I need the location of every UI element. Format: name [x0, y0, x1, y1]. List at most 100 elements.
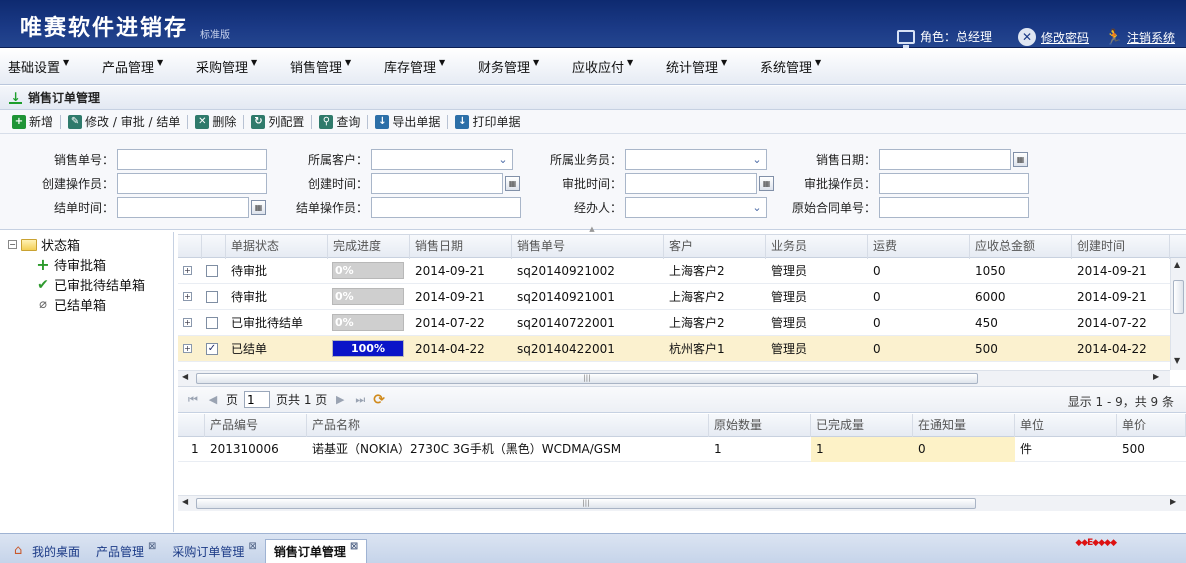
- last-page-icon[interactable]: ⏭: [353, 393, 367, 407]
- close-icon[interactable]: ⊠: [248, 541, 256, 552]
- calendar-icon[interactable]: ▦: [759, 176, 774, 191]
- sale-date-input[interactable]: [879, 149, 1011, 170]
- scroll-thumb[interactable]: [1173, 280, 1184, 314]
- scroll-right-icon[interactable]: ▶: [1170, 497, 1176, 506]
- expand-icon[interactable]: +: [183, 344, 192, 353]
- col-order-no[interactable]: 销售单号: [512, 235, 664, 259]
- col-done-qty[interactable]: 已完成量: [811, 414, 913, 437]
- print-button[interactable]: ↓ 打印单据: [451, 113, 524, 130]
- tree-root[interactable]: − 状态箱: [8, 235, 80, 254]
- scroll-right-icon[interactable]: ▶: [1153, 372, 1159, 381]
- order-no-input[interactable]: [117, 149, 267, 170]
- customer-select[interactable]: [371, 149, 513, 170]
- modify-approve-close-button[interactable]: ✎ 修改 / 审批 / 结单: [64, 113, 184, 130]
- col-sale-date[interactable]: 销售日期: [410, 235, 512, 259]
- chevron-down-icon[interactable]: ⌄: [749, 150, 765, 169]
- col-customer[interactable]: 客户: [664, 235, 766, 259]
- menu-sales[interactable]: 销售管理 ▼: [290, 57, 384, 76]
- scroll-left-icon[interactable]: ◀: [182, 497, 188, 506]
- menu-products[interactable]: 产品管理 ▼: [102, 57, 196, 76]
- menu-inventory[interactable]: 库存管理 ▼: [384, 57, 478, 76]
- menu-system[interactable]: 系统管理 ▼: [760, 57, 854, 76]
- chevron-down-icon[interactable]: ⌄: [749, 198, 765, 217]
- table-row[interactable]: + ✓ 已结单 100% 2014-04-22 sq20140422001 杭州…: [178, 336, 1170, 362]
- tab-product-management[interactable]: 产品管理 ⊠: [88, 539, 164, 563]
- delete-button[interactable]: ✕ 删除: [191, 113, 240, 130]
- row-checkbox[interactable]: ✓: [206, 343, 218, 355]
- table-row[interactable]: + 已审批待结单 0% 2014-07-22 sq20140722001 上海客…: [178, 310, 1170, 336]
- close-time-input[interactable]: [117, 197, 249, 218]
- col-notice-qty[interactable]: 在通知量: [913, 414, 1015, 437]
- done-qty-cell[interactable]: 1: [811, 437, 913, 462]
- scroll-left-icon[interactable]: ◀: [182, 372, 188, 381]
- tree-item-closed[interactable]: ⌀ 已结单箱: [36, 295, 106, 314]
- change-password-link[interactable]: ✕ 修改密码: [1018, 28, 1089, 46]
- tree-item-approved[interactable]: ✔ 已审批待结单箱: [36, 275, 145, 295]
- prev-page-icon[interactable]: ◀: [206, 393, 220, 406]
- approve-time-input[interactable]: [625, 173, 757, 194]
- creator-input[interactable]: [117, 173, 267, 194]
- grid-vertical-scrollbar[interactable]: ▲ ▼: [1170, 258, 1186, 370]
- tab-purchase-orders[interactable]: 采购订单管理 ⊠: [164, 539, 264, 563]
- menu-purchase[interactable]: 采购管理 ▼: [196, 57, 290, 76]
- closer-input[interactable]: [371, 197, 521, 218]
- calendar-icon[interactable]: ▦: [251, 200, 266, 215]
- col-amount[interactable]: 应收总金额: [970, 235, 1072, 259]
- scroll-up-icon[interactable]: ▲: [1174, 260, 1180, 269]
- scroll-thumb[interactable]: |||: [196, 373, 978, 384]
- expand-icon[interactable]: +: [183, 292, 192, 301]
- refresh-icon[interactable]: ⟳: [373, 392, 385, 408]
- scroll-thumb[interactable]: |||: [196, 498, 976, 509]
- close-icon[interactable]: ⊠: [148, 541, 156, 552]
- menu-finance[interactable]: 财务管理 ▼: [478, 57, 572, 76]
- grid-horizontal-scrollbar[interactable]: ◀ ||| ▶: [178, 370, 1170, 386]
- col-created[interactable]: 创建时间: [1072, 235, 1170, 259]
- detail-horizontal-scrollbar[interactable]: ◀ ||| ▶: [178, 495, 1186, 511]
- expand-icon[interactable]: +: [183, 266, 192, 275]
- close-icon[interactable]: ⊠: [350, 541, 358, 552]
- menu-receivables[interactable]: 应收应付 ▼: [572, 57, 666, 76]
- handler-select[interactable]: [625, 197, 767, 218]
- table-row[interactable]: + 待审批 0% 2014-09-21 sq20140921002 上海客户2 …: [178, 258, 1170, 284]
- export-button[interactable]: ↓ 导出单据: [371, 113, 444, 130]
- row-checkbox[interactable]: [206, 265, 218, 277]
- chevron-down-icon[interactable]: ⌄: [495, 150, 511, 169]
- expand-icon[interactable]: +: [183, 318, 192, 327]
- notice-qty-cell[interactable]: 0: [913, 437, 1015, 462]
- calendar-icon[interactable]: ▦: [1013, 152, 1028, 167]
- collapse-handle[interactable]: ▲: [578, 226, 606, 233]
- row-checkbox[interactable]: [206, 317, 218, 329]
- next-page-icon[interactable]: ▶: [333, 393, 347, 406]
- collapse-icon[interactable]: −: [8, 240, 17, 249]
- query-button[interactable]: ⚲ 查询: [315, 113, 364, 130]
- create-time-input[interactable]: [371, 173, 503, 194]
- logout-label[interactable]: 注销系统: [1127, 29, 1175, 46]
- col-product-name[interactable]: 产品名称: [307, 414, 709, 437]
- scroll-down-icon[interactable]: ▼: [1174, 356, 1180, 365]
- col-unit[interactable]: 单位: [1015, 414, 1117, 437]
- first-page-icon[interactable]: ⏮: [186, 393, 200, 407]
- calendar-icon[interactable]: ▦: [505, 176, 520, 191]
- logout-link[interactable]: 🏃 注销系统: [1105, 28, 1175, 46]
- column-config-button[interactable]: ↻ 列配置: [247, 113, 308, 130]
- salesman-select[interactable]: [625, 149, 767, 170]
- tree-item-pending[interactable]: + 待审批箱: [36, 255, 106, 274]
- menu-basic-settings[interactable]: 基础设置 ▼: [8, 57, 102, 76]
- contract-no-input[interactable]: [879, 197, 1029, 218]
- col-status[interactable]: 单据状态: [226, 235, 328, 259]
- approver-input[interactable]: [879, 173, 1029, 194]
- detail-row[interactable]: 1 201310006 诺基亚（NOKIA）2730C 3G手机（黑色）WCDM…: [178, 437, 1186, 462]
- page-input[interactable]: [244, 391, 271, 408]
- col-freight[interactable]: 运费: [868, 235, 970, 259]
- add-button[interactable]: + 新增: [8, 113, 57, 130]
- col-salesman[interactable]: 业务员: [766, 235, 868, 259]
- row-checkbox[interactable]: [206, 291, 218, 303]
- table-row[interactable]: + 待审批 0% 2014-09-21 sq20140921001 上海客户2 …: [178, 284, 1170, 310]
- col-original-qty[interactable]: 原始数量: [709, 414, 811, 437]
- change-password-label[interactable]: 修改密码: [1041, 29, 1089, 46]
- menu-statistics[interactable]: 统计管理 ▼: [666, 57, 760, 76]
- tab-sales-orders[interactable]: 销售订单管理 ⊠: [264, 539, 368, 563]
- col-product-code[interactable]: 产品编号: [205, 414, 307, 437]
- col-price[interactable]: 单价: [1117, 414, 1186, 437]
- col-progress[interactable]: 完成进度: [328, 235, 410, 259]
